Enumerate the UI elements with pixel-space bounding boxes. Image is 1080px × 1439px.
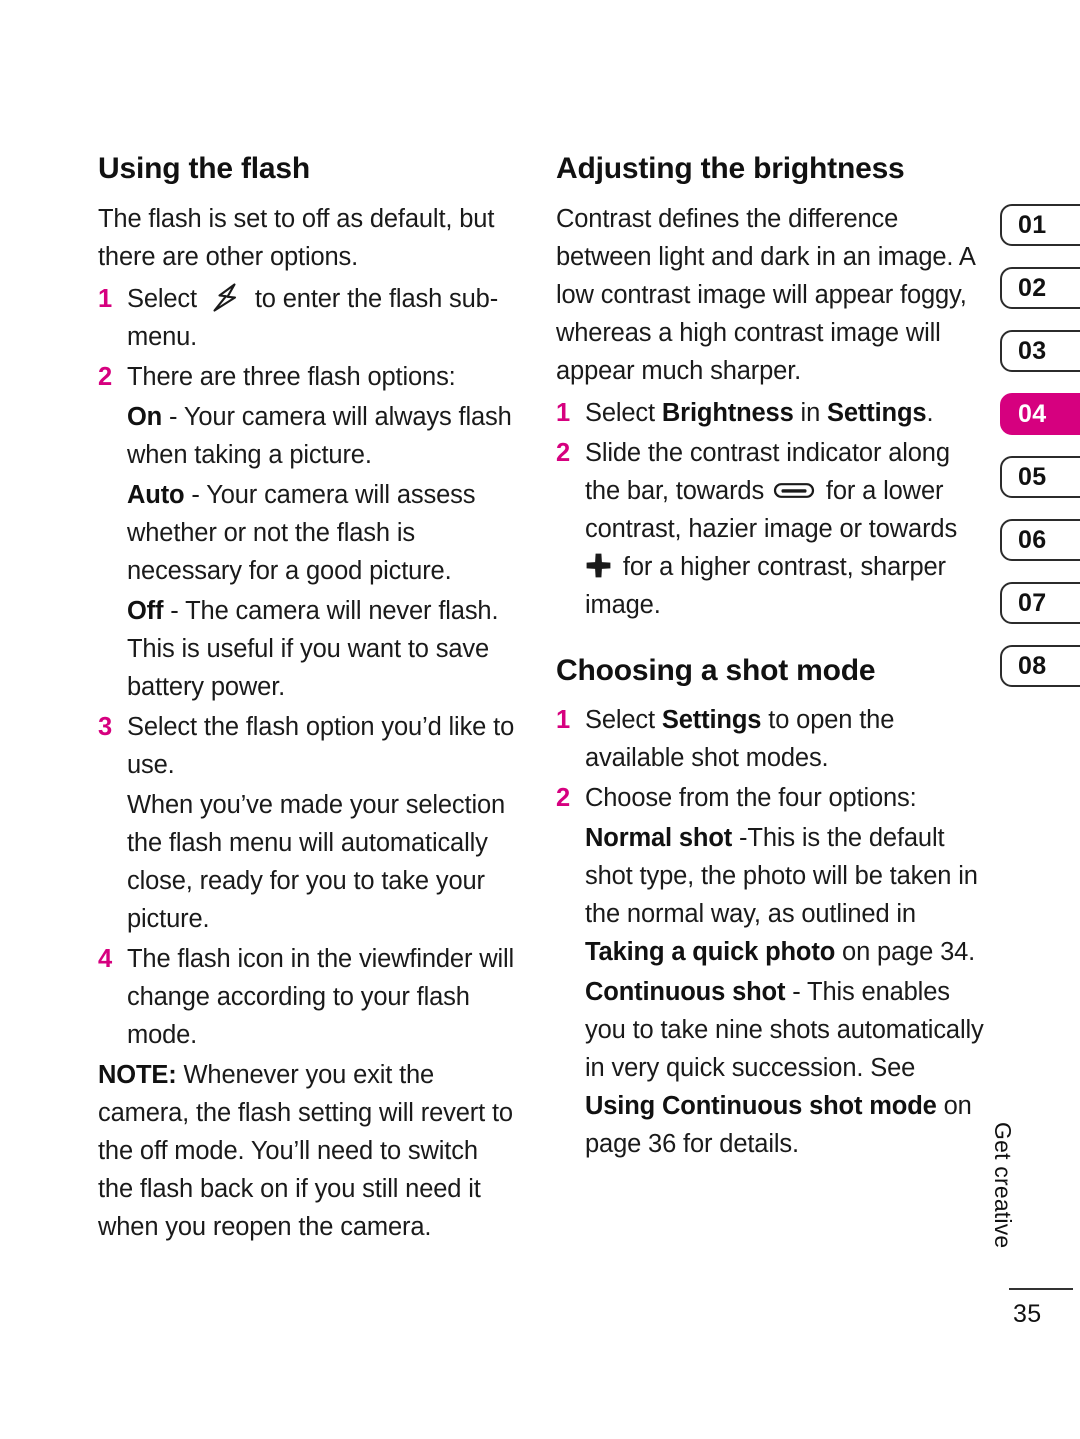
step-text-prefix: Select <box>585 398 662 427</box>
folio-divider <box>1009 1288 1073 1290</box>
plus-contrast-icon <box>585 552 612 579</box>
step-text-prefix: Select <box>585 706 662 735</box>
settings-menu-ref: Settings <box>827 398 927 427</box>
step-text-suffix: . <box>926 398 934 427</box>
step-text: The flash icon in the viewfinder will ch… <box>127 944 515 1049</box>
settings-menu-ref: Settings <box>661 706 762 735</box>
page-number: 35 <box>1013 1300 1042 1328</box>
cross-reference: Taking a quick photo <box>585 938 836 967</box>
page-title-choosing-a-shot-mode: Choosing a shot mode <box>556 653 876 687</box>
chapter-tab-06[interactable]: 06 <box>1000 519 1080 561</box>
flash-note: NOTE: Whenever you exit the camera, the … <box>98 1056 516 1246</box>
flash-step-3-followup: When you’ve made your selection the flas… <box>127 790 506 933</box>
flash-intro-paragraph: The flash is set to off as default, but … <box>98 204 495 271</box>
step-number: 1 <box>556 398 571 427</box>
shot-mode-label: Continuous shot <box>585 978 786 1007</box>
page-title-adjusting-the-brightness: Adjusting the brightness <box>556 152 905 185</box>
chapter-tab-02[interactable]: 02 <box>1000 267 1080 309</box>
flash-option-label: On <box>127 402 163 431</box>
shot-mode-step-1: 1 Select Settings to open the available … <box>556 701 984 777</box>
shot-mode-step-2: 2 Choose from the four options: <box>556 779 984 817</box>
step-text-part3: for a higher contrast, sharper image. <box>585 552 946 619</box>
flash-option-on: On - Your camera will always flash when … <box>98 398 516 474</box>
flash-option-label: Off <box>127 596 164 625</box>
flash-step-1: 1 Select to enter the flash sub-menu. <box>98 280 516 356</box>
chapter-tab-label: 07 <box>1018 588 1047 617</box>
chapter-tab-05[interactable]: 05 <box>1000 456 1080 498</box>
flash-icon <box>209 283 243 313</box>
manual-page: Using the flash The flash is set to off … <box>0 0 1080 1439</box>
page-title-using-the-flash: Using the flash <box>98 152 311 185</box>
step-number: 4 <box>98 944 113 973</box>
chapter-tab-label: 03 <box>1018 336 1047 365</box>
chapter-tab-label: 05 <box>1018 462 1047 491</box>
flash-step-4: 4 The flash icon in the viewfinder will … <box>98 940 516 1054</box>
chapter-tab-03[interactable]: 03 <box>1000 330 1080 372</box>
step-number: 2 <box>556 784 571 813</box>
flash-option-description: - The camera will never flash. This is u… <box>127 596 499 701</box>
minus-contrast-icon <box>773 482 815 499</box>
brightness-step-2: 2 Slide the contrast indicator along the… <box>556 434 984 624</box>
flash-step-3: 3 Select the flash option you’d like to … <box>98 708 516 784</box>
step-number: 1 <box>556 706 571 735</box>
step-number: 3 <box>98 712 113 741</box>
step-text: Select the flash option you’d like to us… <box>127 712 515 779</box>
step-text-before-icon: Select <box>127 284 204 313</box>
chapter-tab-label: 08 <box>1018 651 1047 680</box>
left-column: Using the flash The flash is set to off … <box>98 152 516 1250</box>
chapter-tab-label: 01 <box>1018 210 1047 239</box>
cross-reference: Using Continuous shot mode <box>585 1092 937 1121</box>
shot-mode-label: Normal shot <box>585 824 733 853</box>
flash-step-2: 2 There are three flash options: <box>98 358 516 396</box>
brightness-intro-paragraph: Contrast defines the difference between … <box>556 204 975 385</box>
right-column: Adjusting the brightness Contrast define… <box>556 152 984 1165</box>
note-label: NOTE: <box>98 1060 177 1089</box>
step-number: 2 <box>98 362 113 391</box>
step-text-middle: in <box>793 398 828 427</box>
shot-mode-option-normal: Normal shot -This is the default shot ty… <box>556 819 984 971</box>
chapter-tab-label: 04 <box>1018 399 1047 428</box>
flash-option-label: Auto <box>127 480 185 509</box>
chapter-tab-04[interactable]: 04 <box>1000 393 1080 435</box>
shot-mode-option-continuous: Continuous shot - This enables you to ta… <box>556 973 984 1163</box>
chapter-tab-list: 01 02 03 04 05 06 07 08 <box>1000 204 1080 708</box>
chapter-tab-07[interactable]: 07 <box>1000 582 1080 624</box>
step-text: There are three flash options: <box>127 362 456 391</box>
step-number: 2 <box>556 438 571 467</box>
running-head: Get creative <box>990 1122 1016 1249</box>
flash-option-auto: Auto - Your camera will assess whether o… <box>98 476 516 590</box>
chapter-tab-label: 06 <box>1018 525 1047 554</box>
flash-option-description: - Your camera will always flash when tak… <box>127 402 512 469</box>
step-number: 1 <box>98 284 113 313</box>
chapter-tab-label: 02 <box>1018 273 1047 302</box>
shot-mode-description-part2: on page 34. <box>835 938 976 967</box>
chapter-tab-01[interactable]: 01 <box>1000 204 1080 246</box>
brightness-step-1: 1 Select Brightness in Settings. <box>556 394 984 432</box>
chapter-tab-08[interactable]: 08 <box>1000 645 1080 687</box>
step-text: Choose from the four options: <box>585 784 917 813</box>
brightness-menu-ref: Brightness <box>661 398 794 427</box>
flash-option-off: Off - The camera will never flash. This … <box>98 592 516 706</box>
